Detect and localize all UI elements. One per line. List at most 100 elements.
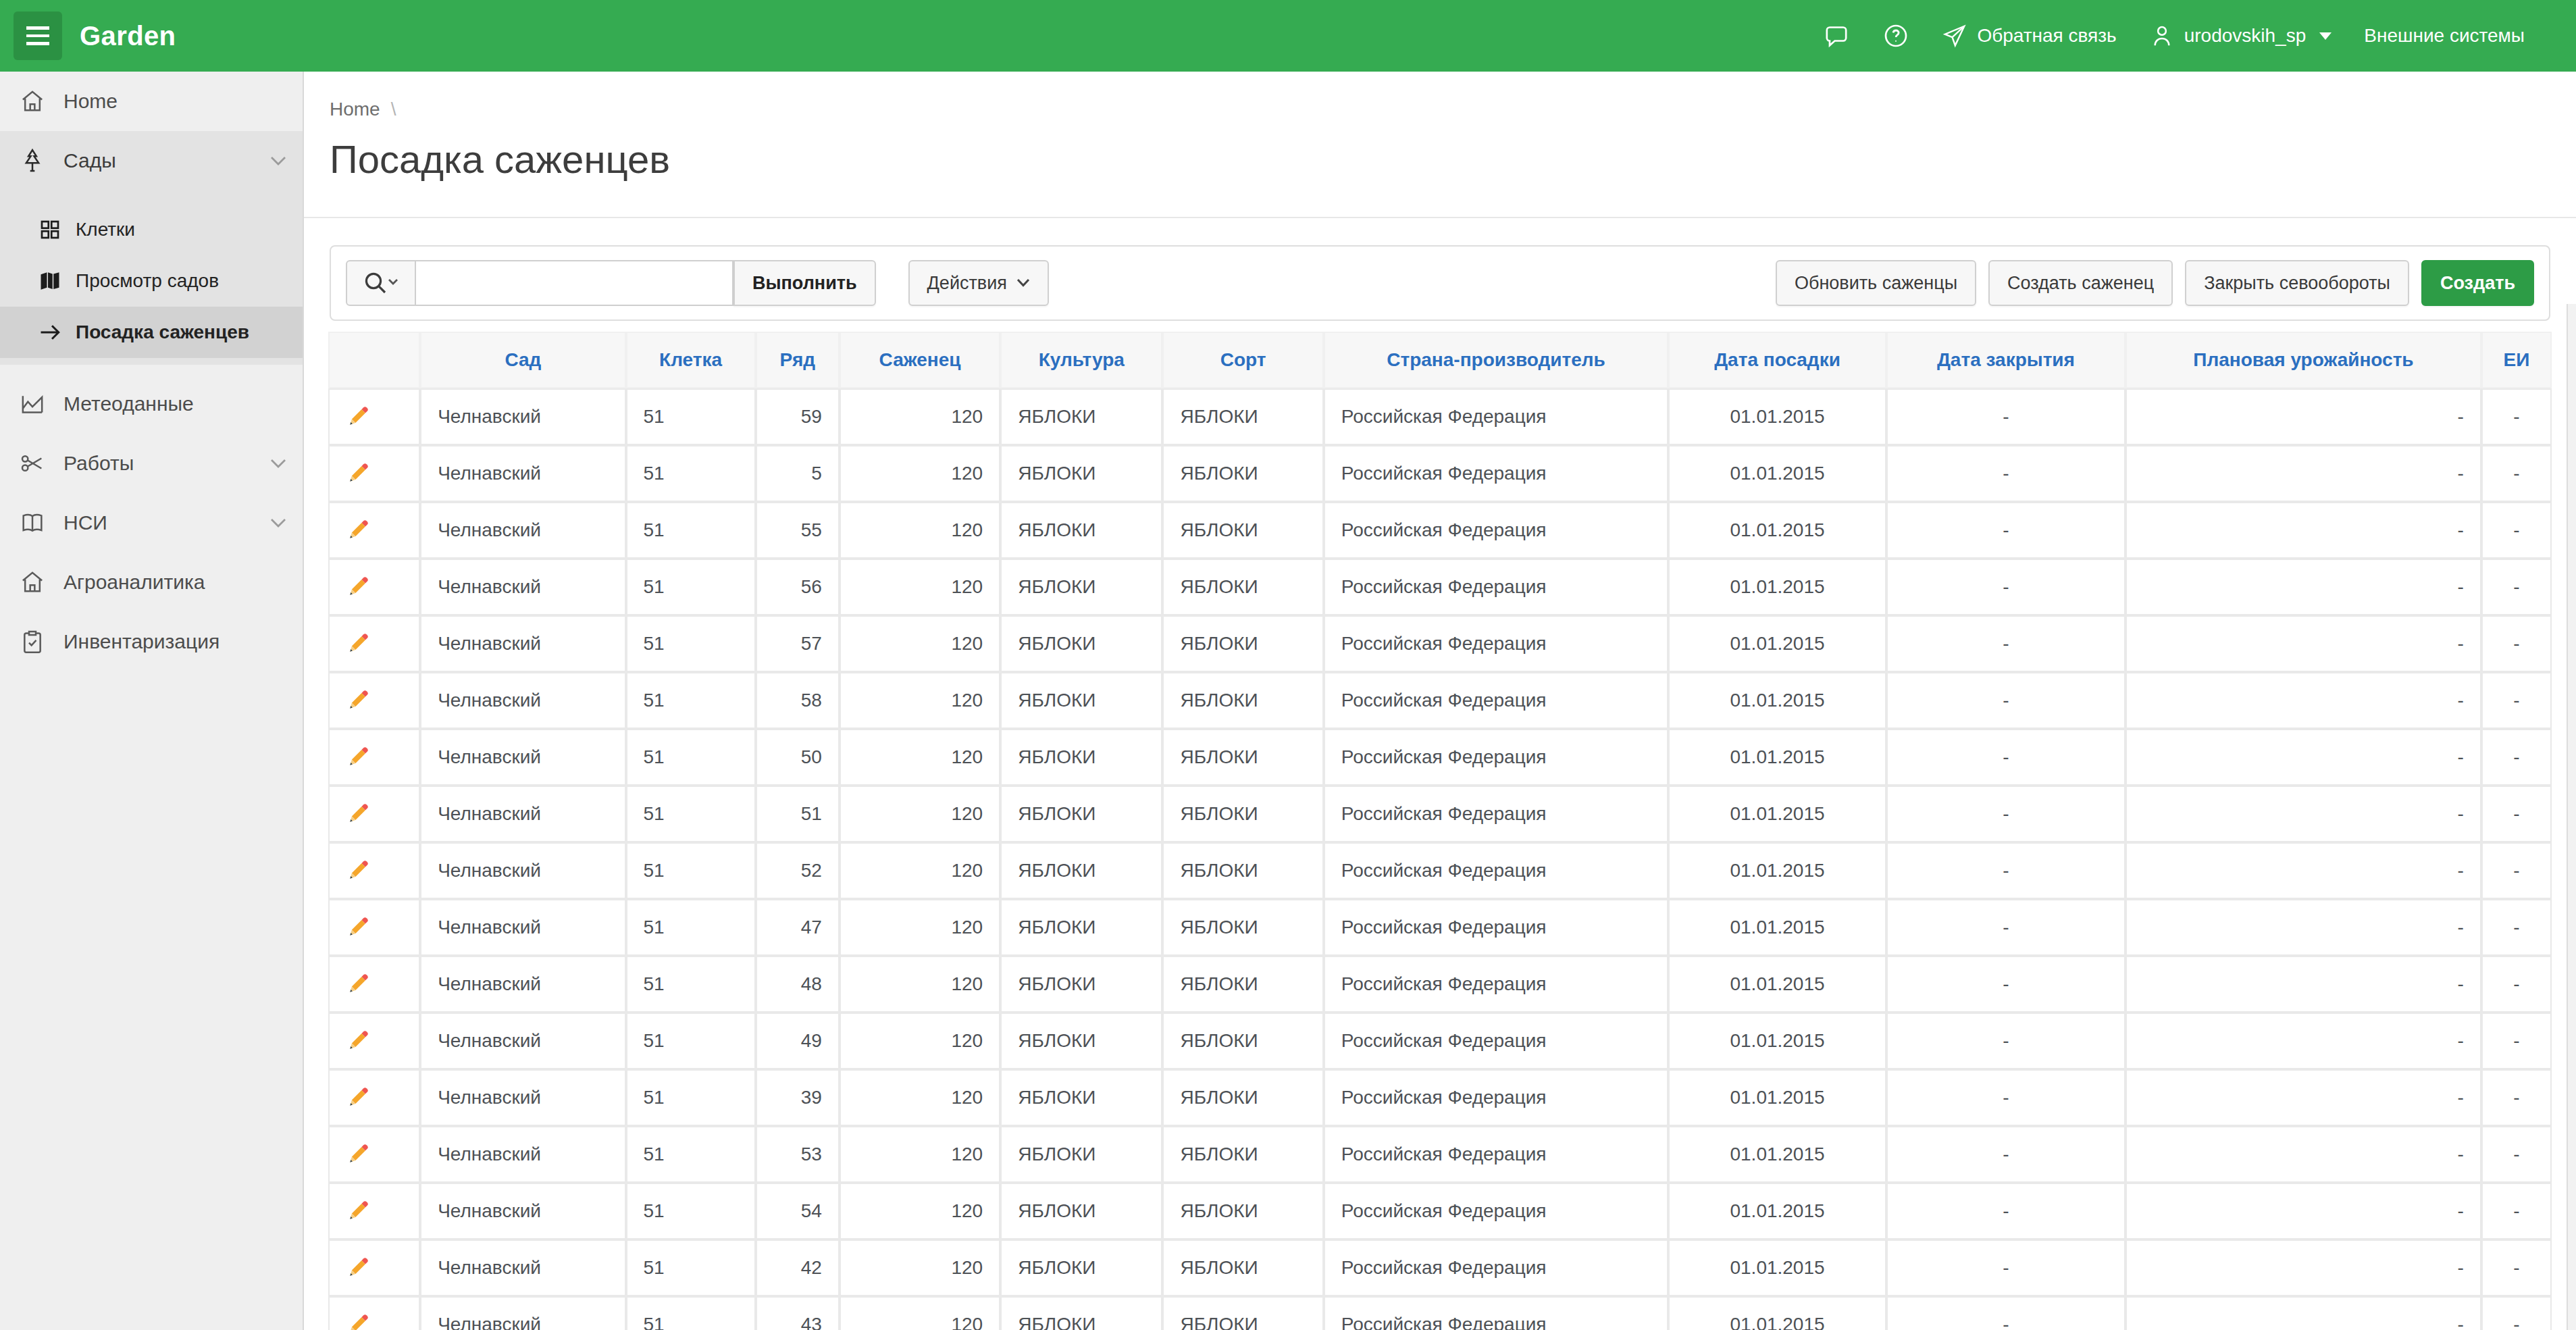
column-header-ryad[interactable]: Ряд — [757, 333, 838, 387]
cell-sad: Челнавский — [421, 673, 624, 727]
pencil-icon — [346, 915, 370, 940]
sidebar-item-prosmotr-sadov[interactable]: Просмотр садов — [0, 255, 303, 307]
cell-kultura: ЯБЛОКИ — [1002, 503, 1161, 557]
create-sapling-button[interactable]: Создать саженец — [1988, 260, 2173, 306]
sidebar-item-nsi[interactable]: НСИ — [0, 493, 303, 553]
actions-button[interactable]: Действия — [908, 260, 1049, 306]
edit-row-button[interactable] — [330, 730, 419, 784]
sidebar-item-inventarizatsiya[interactable]: Инвентаризация — [0, 612, 303, 671]
edit-row-button[interactable] — [330, 390, 419, 444]
edit-row-button[interactable] — [330, 1071, 419, 1125]
edit-row-button[interactable] — [330, 1127, 419, 1181]
breadcrumb-home[interactable]: Home — [330, 99, 380, 120]
edit-row-button[interactable] — [330, 1241, 419, 1295]
edit-row-button[interactable] — [330, 1014, 419, 1068]
feedback-button[interactable]: Обратная связь — [1942, 23, 2116, 49]
close-crop-rotations-button[interactable]: Закрыть севообороты — [2185, 260, 2409, 306]
cell-sad: Челнавский — [421, 787, 624, 841]
create-button[interactable]: Создать — [2421, 260, 2534, 306]
scrollbar[interactable] — [2567, 304, 2576, 1330]
cell-kletka: 51 — [627, 844, 754, 898]
cell-sad: Челнавский — [421, 900, 624, 954]
cell-sazhenets: 120 — [841, 673, 999, 727]
edit-row-button[interactable] — [330, 1298, 419, 1330]
pencil-icon — [346, 1312, 370, 1330]
column-header-kletka[interactable]: Клетка — [627, 333, 754, 387]
cell-plan-urozhaynost: - — [2127, 446, 2480, 501]
cell-ryad: 47 — [757, 900, 838, 954]
edit-row-button[interactable] — [330, 560, 419, 614]
column-header-plan-urozhaynost[interactable]: Плановая урожайность — [2127, 333, 2480, 387]
sidebar-item-home[interactable]: Home — [0, 72, 303, 131]
column-header-data-posadki[interactable]: Дата посадки — [1670, 333, 1884, 387]
cell-kletka: 51 — [627, 900, 754, 954]
cell-data-zakrytiya: - — [1888, 1184, 2124, 1238]
cell-sazhenets: 120 — [841, 730, 999, 784]
edit-row-button[interactable] — [330, 787, 419, 841]
edit-row-button[interactable] — [330, 900, 419, 954]
table-row: Челнавский 51 50 120 ЯБЛОКИ ЯБЛОКИ Росси… — [330, 730, 2550, 784]
cell-ei: - — [2483, 560, 2550, 614]
cell-data-posadki: 01.01.2015 — [1670, 1184, 1884, 1238]
cell-data-posadki: 01.01.2015 — [1670, 844, 1884, 898]
sidebar-item-posadka-sazhentsev[interactable]: Посадка саженцев — [0, 307, 303, 358]
user-menu[interactable]: urodovskih_sp — [2149, 23, 2332, 49]
cell-kletka: 51 — [627, 1127, 754, 1181]
edit-row-button[interactable] — [330, 673, 419, 727]
column-header-sad[interactable]: Сад — [421, 333, 624, 387]
chevron-down-icon — [270, 458, 286, 469]
table-row: Челнавский 51 56 120 ЯБЛОКИ ЯБЛОКИ Росси… — [330, 560, 2550, 614]
cell-sad: Челнавский — [421, 503, 624, 557]
column-header-kultura[interactable]: Культура — [1002, 333, 1161, 387]
sidebar-item-meteodannye[interactable]: Метеоданные — [0, 374, 303, 434]
caret-down-icon — [2319, 32, 2332, 40]
search-input[interactable] — [416, 260, 733, 306]
column-header-sazhenets[interactable]: Саженец — [841, 333, 999, 387]
sidebar-item-sady[interactable]: Сады — [0, 131, 303, 190]
cell-sazhenets: 120 — [841, 503, 999, 557]
edit-row-button[interactable] — [330, 617, 419, 671]
cell-sort: ЯБЛОКИ — [1164, 900, 1322, 954]
column-header-strana[interactable]: Страна-производитель — [1325, 333, 1668, 387]
pencil-icon — [346, 859, 370, 883]
sidebar-toggle-button[interactable] — [14, 11, 62, 60]
chat-button[interactable] — [1823, 22, 1850, 49]
column-header-sort[interactable]: Сорт — [1164, 333, 1322, 387]
cell-sort: ЯБЛОКИ — [1164, 1241, 1322, 1295]
edit-row-button[interactable] — [330, 446, 419, 501]
help-button[interactable] — [1882, 22, 1909, 49]
cell-kultura: ЯБЛОКИ — [1002, 1014, 1161, 1068]
cell-plan-urozhaynost: - — [2127, 730, 2480, 784]
sidebar-item-agroanalitika[interactable]: Агроаналитика — [0, 553, 303, 612]
search-options-button[interactable] — [346, 260, 416, 306]
cell-data-posadki: 01.01.2015 — [1670, 1298, 1884, 1330]
cell-strana: Российская Федерация — [1325, 900, 1668, 954]
cell-sad: Челнавский — [421, 1071, 624, 1125]
run-button[interactable]: Выполнить — [733, 260, 876, 306]
sidebar-item-kletki[interactable]: Клетки — [0, 204, 303, 255]
column-header-data-zakrytiya[interactable]: Дата закрытия — [1888, 333, 2124, 387]
external-systems-link[interactable]: Внешние системы — [2364, 25, 2525, 47]
arrow-right-icon — [38, 320, 62, 344]
cell-ryad: 50 — [757, 730, 838, 784]
edit-row-button[interactable] — [330, 844, 419, 898]
cell-ei: - — [2483, 617, 2550, 671]
column-header-ei[interactable]: ЕИ — [2483, 333, 2550, 387]
edit-row-button[interactable] — [330, 503, 419, 557]
pencil-icon — [346, 1199, 370, 1223]
edit-row-button[interactable] — [330, 1184, 419, 1238]
table-row: Челнавский 51 52 120 ЯБЛОКИ ЯБЛОКИ Росси… — [330, 844, 2550, 898]
cell-data-zakrytiya: - — [1888, 1071, 2124, 1125]
update-saplings-button[interactable]: Обновить саженцы — [1776, 260, 1976, 306]
cell-ryad: 54 — [757, 1184, 838, 1238]
cell-sazhenets: 120 — [841, 1127, 999, 1181]
edit-row-button[interactable] — [330, 957, 419, 1011]
cell-kultura: ЯБЛОКИ — [1002, 673, 1161, 727]
chevron-down-icon — [1016, 278, 1030, 288]
cell-data-posadki: 01.01.2015 — [1670, 446, 1884, 501]
cell-data-zakrytiya: - — [1888, 1241, 2124, 1295]
cell-plan-urozhaynost: - — [2127, 957, 2480, 1011]
sidebar-item-raboty[interactable]: Работы — [0, 434, 303, 493]
pencil-icon — [346, 405, 370, 429]
cell-ei: - — [2483, 1014, 2550, 1068]
